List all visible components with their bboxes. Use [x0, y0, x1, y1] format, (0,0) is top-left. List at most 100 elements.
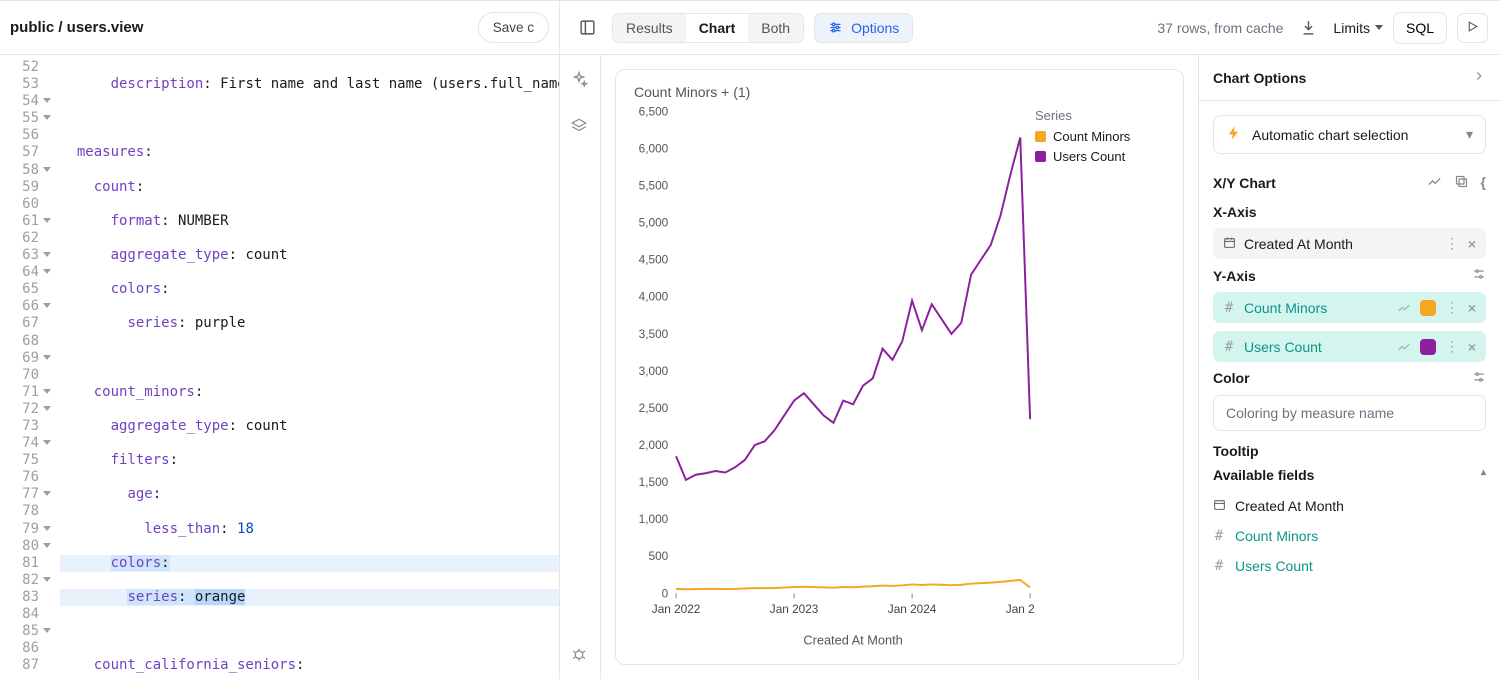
- code-editor[interactable]: description: First name and last name (u…: [42, 59, 559, 679]
- line-number[interactable]: 54: [0, 93, 42, 110]
- sql-button[interactable]: SQL: [1393, 12, 1447, 44]
- sparkles-icon[interactable]: [570, 71, 590, 91]
- line-number[interactable]: 55: [0, 110, 42, 127]
- line-number[interactable]: 63: [0, 247, 42, 264]
- panel-toggle-icon[interactable]: [572, 13, 602, 43]
- legend-title: Series: [1035, 108, 1165, 123]
- line-number[interactable]: 86: [0, 640, 42, 657]
- line-number[interactable]: 77: [0, 486, 42, 503]
- svg-text:Created At Month: Created At Month: [803, 632, 902, 647]
- legend-item[interactable]: Users Count: [1035, 149, 1165, 164]
- line-number[interactable]: 76: [0, 469, 42, 486]
- view-mode-tabs: Results Chart Both: [612, 13, 804, 43]
- chevron-up-icon[interactable]: ▴: [1481, 467, 1486, 483]
- tooltip-label[interactable]: Tooltip: [1213, 443, 1486, 459]
- line-number[interactable]: 65: [0, 281, 42, 298]
- xy-chart-title: X/Y Chart: [1213, 175, 1276, 191]
- auto-chart-selection[interactable]: Automatic chart selection ▾: [1213, 115, 1486, 154]
- line-number[interactable]: 53: [0, 76, 42, 93]
- tab-chart[interactable]: Chart: [686, 14, 749, 42]
- run-button[interactable]: [1457, 13, 1488, 43]
- code-icon[interactable]: {: [1481, 174, 1486, 192]
- line-number[interactable]: 78: [0, 503, 42, 520]
- available-field[interactable]: #Users Count: [1213, 551, 1486, 581]
- line-number[interactable]: 74: [0, 435, 42, 452]
- layers-icon[interactable]: [570, 117, 590, 137]
- svg-text:0: 0: [662, 586, 669, 600]
- line-number[interactable]: 73: [0, 418, 42, 435]
- line-number[interactable]: 66: [0, 298, 42, 315]
- line-number[interactable]: 70: [0, 367, 42, 384]
- available-field[interactable]: #Count Minors: [1213, 521, 1486, 551]
- tab-both[interactable]: Both: [748, 14, 803, 42]
- line-number[interactable]: 52: [0, 59, 42, 76]
- svg-text:5,000: 5,000: [639, 216, 669, 230]
- line-number[interactable]: 79: [0, 521, 42, 538]
- xaxis-label: X-Axis: [1213, 204, 1486, 220]
- line-chart-icon[interactable]: [1427, 174, 1442, 192]
- tab-results[interactable]: Results: [613, 14, 686, 42]
- svg-text:1,500: 1,500: [639, 475, 669, 489]
- hash-icon: #: [1223, 339, 1235, 355]
- available-field[interactable]: Created At Month: [1213, 491, 1486, 521]
- chart-options-title: Chart Options: [1213, 70, 1306, 86]
- svg-text:1,000: 1,000: [639, 512, 669, 526]
- line-number[interactable]: 68: [0, 333, 42, 350]
- line-number[interactable]: 57: [0, 144, 42, 161]
- save-button[interactable]: Save c: [478, 12, 549, 43]
- line-number[interactable]: 64: [0, 264, 42, 281]
- bolt-icon: [1226, 125, 1242, 144]
- line-number[interactable]: 61: [0, 213, 42, 230]
- download-icon[interactable]: [1293, 13, 1323, 43]
- line-number[interactable]: 69: [0, 350, 42, 367]
- line-number[interactable]: 67: [0, 315, 42, 332]
- svg-text:3,500: 3,500: [639, 327, 669, 341]
- svg-text:500: 500: [649, 549, 669, 563]
- line-number[interactable]: 58: [0, 162, 42, 179]
- svg-text:Jan 2025: Jan 2025: [1006, 602, 1035, 616]
- line-number[interactable]: 82: [0, 572, 42, 589]
- yaxis-field-0[interactable]: # Count Minors ⋮×: [1213, 292, 1486, 323]
- svg-text:Jan 2022: Jan 2022: [652, 602, 701, 616]
- swatch-purple-icon: [1420, 339, 1436, 355]
- line-number[interactable]: 80: [0, 538, 42, 555]
- svg-text:Jan 2024: Jan 2024: [888, 602, 937, 616]
- rows-info: 37 rows, from cache: [1157, 20, 1283, 36]
- line-number[interactable]: 83: [0, 589, 42, 606]
- chart-title: Count Minors + (1): [622, 84, 1165, 100]
- settings-icon[interactable]: [1472, 370, 1486, 387]
- options-button[interactable]: Options: [814, 13, 913, 43]
- svg-text:4,000: 4,000: [639, 290, 669, 304]
- copy-icon[interactable]: [1454, 174, 1469, 192]
- xaxis-field[interactable]: Created At Month ⋮×: [1213, 228, 1486, 259]
- line-number[interactable]: 60: [0, 196, 42, 213]
- line-number[interactable]: 87: [0, 657, 42, 674]
- line-number[interactable]: 62: [0, 230, 42, 247]
- line-number[interactable]: 85: [0, 623, 42, 640]
- chevron-right-icon[interactable]: [1472, 69, 1486, 86]
- calendar-icon: [1223, 236, 1235, 252]
- svg-text:2,500: 2,500: [639, 401, 669, 415]
- chart-plot[interactable]: 05001,0001,5002,0002,5003,0003,5004,0004…: [622, 100, 1035, 654]
- line-number[interactable]: 59: [0, 179, 42, 196]
- breadcrumb[interactable]: public / users.view: [10, 19, 143, 36]
- available-fields-label: Available fields: [1213, 467, 1314, 483]
- swatch-purple-icon: [1035, 151, 1046, 162]
- bug-icon[interactable]: [570, 645, 590, 665]
- limits-dropdown[interactable]: Limits: [1333, 20, 1383, 36]
- yaxis-field-1[interactable]: # Users Count ⋮×: [1213, 331, 1486, 362]
- legend-item[interactable]: Count Minors: [1035, 129, 1165, 144]
- line-number[interactable]: 81: [0, 555, 42, 572]
- yaxis-label: Y-Axis: [1213, 268, 1256, 284]
- chart-card: Count Minors + (1) 0 500 1,000 1,500 2,000 2,…: [615, 69, 1184, 665]
- settings-icon[interactable]: [1472, 267, 1486, 284]
- hash-icon: #: [1223, 300, 1235, 316]
- svg-text:2,000: 2,000: [639, 438, 669, 452]
- color-input[interactable]: Coloring by measure name: [1213, 395, 1486, 431]
- line-number[interactable]: 72: [0, 401, 42, 418]
- line-number[interactable]: 75: [0, 452, 42, 469]
- line-number[interactable]: 71: [0, 384, 42, 401]
- line-number[interactable]: 84: [0, 606, 42, 623]
- line-number[interactable]: 56: [0, 127, 42, 144]
- svg-text:Jan 2023: Jan 2023: [770, 602, 819, 616]
